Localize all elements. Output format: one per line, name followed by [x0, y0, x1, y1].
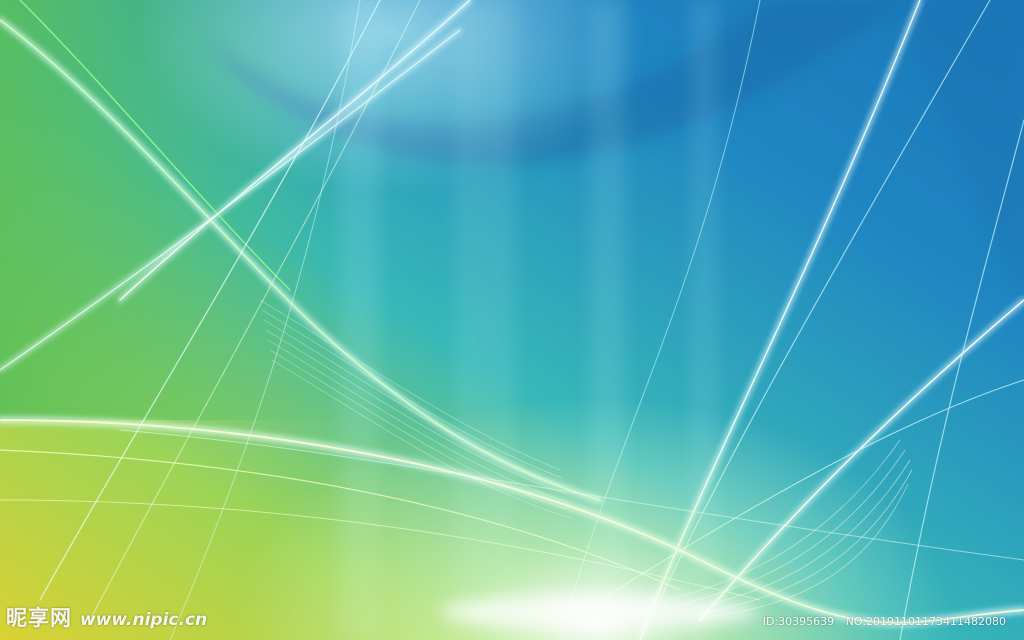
watermark-site-name: 昵享网 — [6, 606, 72, 630]
watermark-no: NO:20191101173411482080 — [845, 615, 1006, 628]
wallpaper-stage: 昵享网 www.nipic.cn ID:30395639 NO:201911011… — [0, 0, 1024, 640]
watermark-id: ID:30395639 — [762, 615, 835, 628]
watermark-id-line: ID:30395639 NO:20191101173411482080 — [763, 615, 1006, 628]
watermark-site-url: www.nipic.cn — [80, 610, 208, 630]
watermark-logo: 昵享网 www.nipic.cn — [6, 602, 207, 632]
aurora-wallpaper-image — [0, 0, 1024, 640]
